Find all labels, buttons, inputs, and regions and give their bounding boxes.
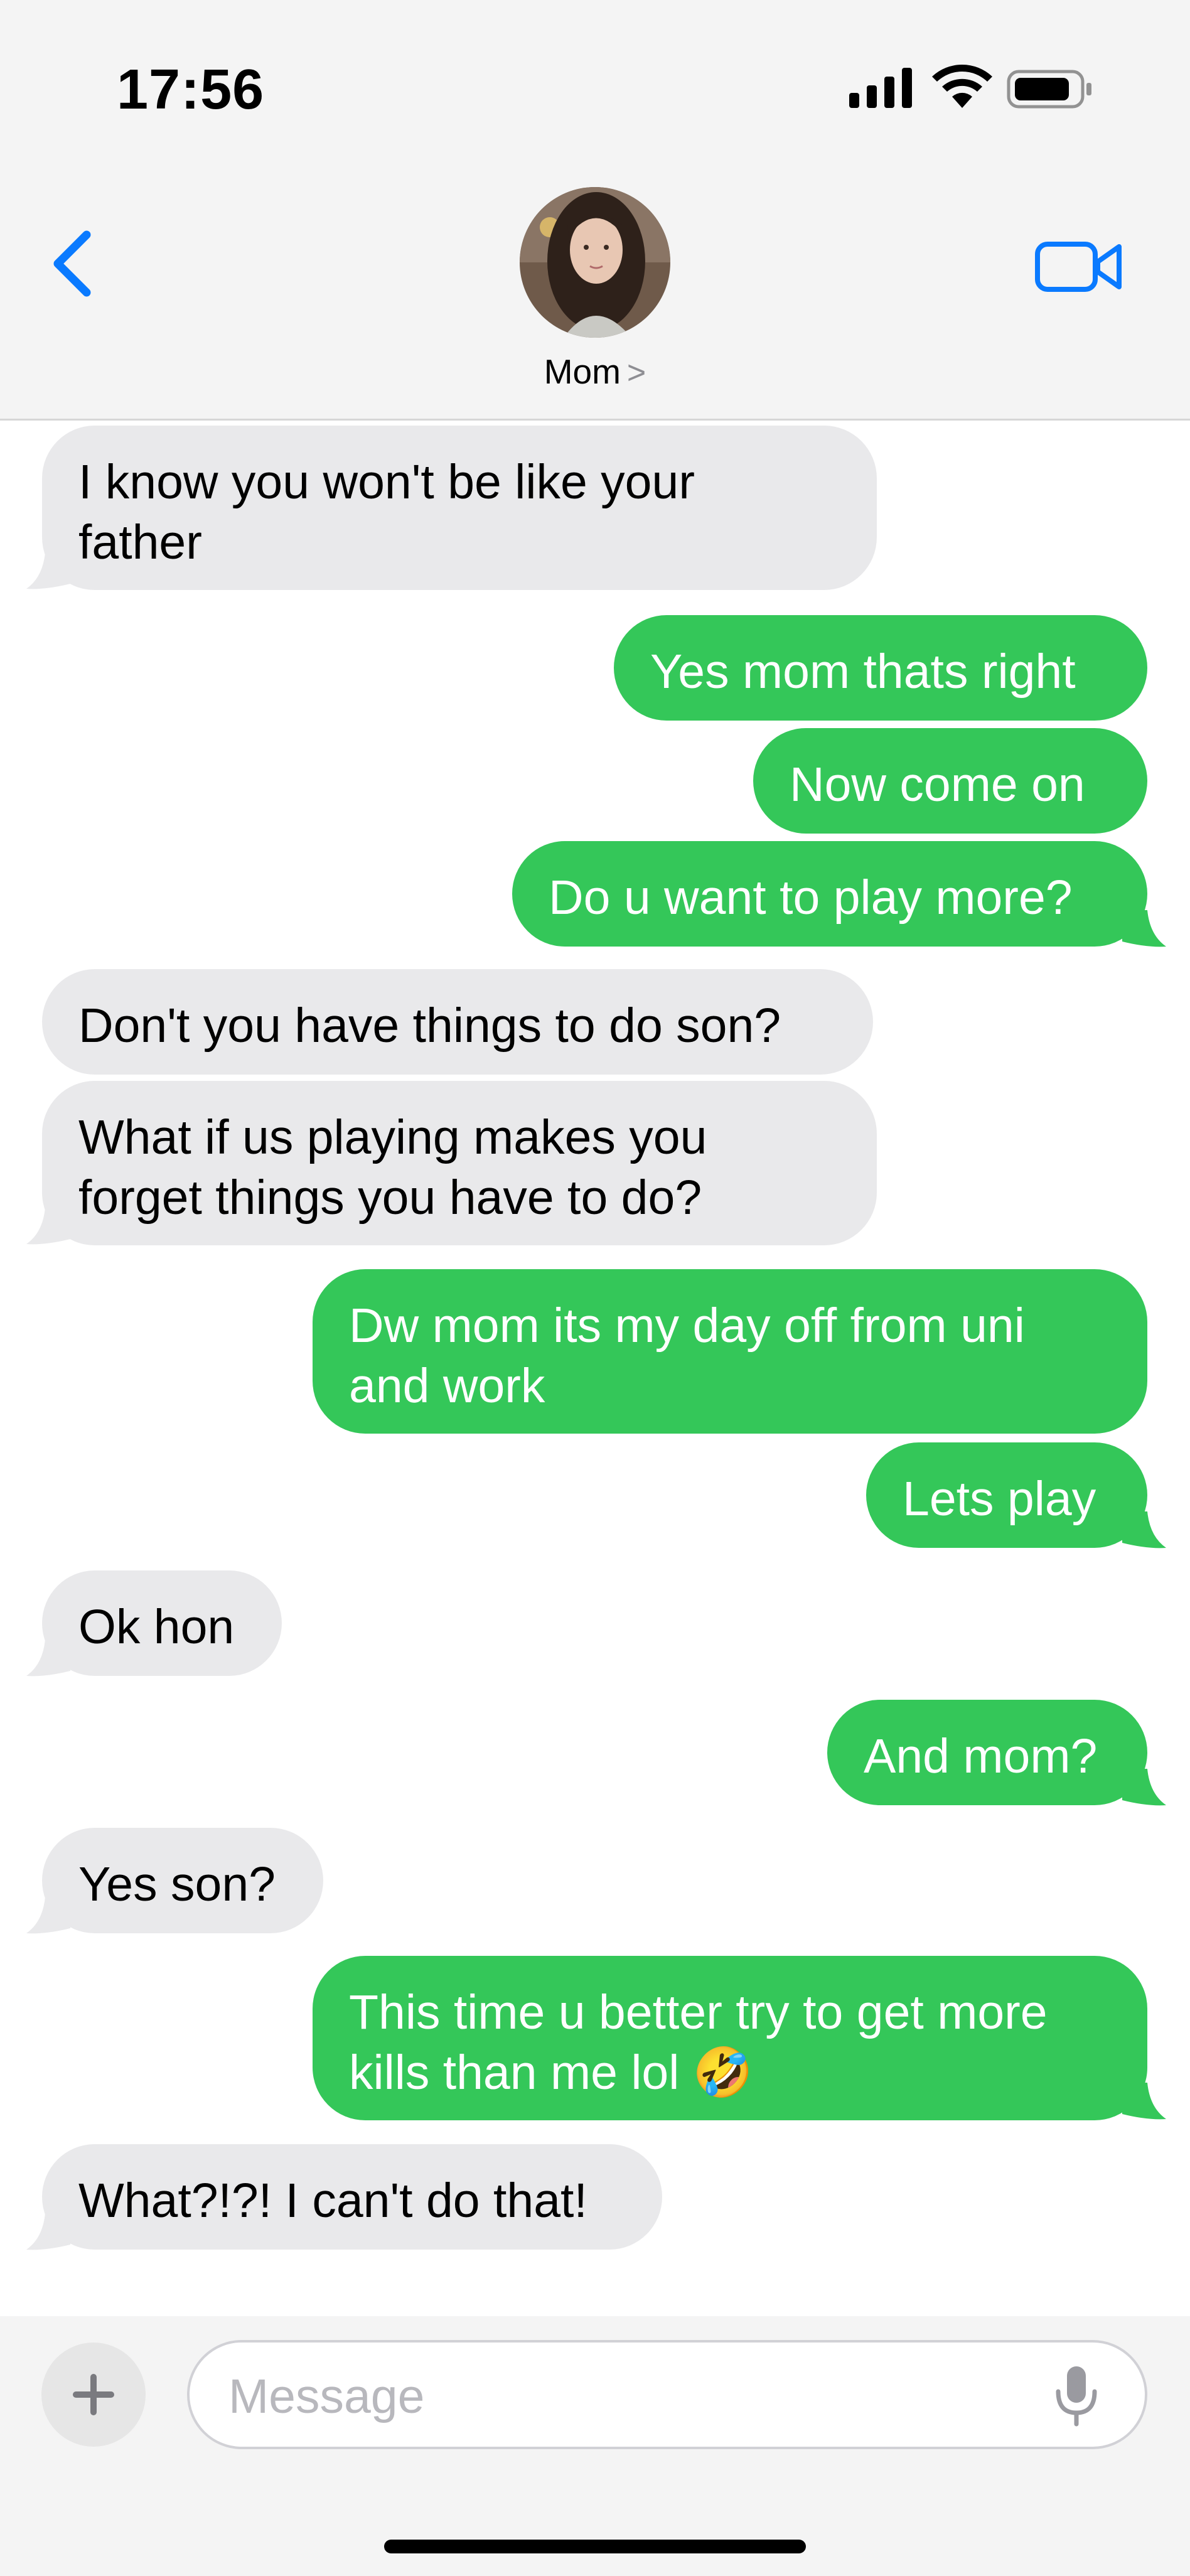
message-bubble-sent[interactable]: Yes mom thats right [614, 615, 1147, 721]
bubble-tail [26, 1897, 70, 1934]
message-line: Yes son? [78, 1857, 276, 1911]
message-line: This time u better try to get more [349, 1985, 1048, 2039]
message-line: Lets play [903, 1472, 1096, 1526]
plus-button[interactable] [41, 2343, 146, 2447]
chevron-right-icon: > [626, 355, 646, 391]
message-line: Dw mom its my day off from uni [349, 1299, 1025, 1353]
plus-icon [73, 2374, 114, 2415]
bubble-tail [26, 552, 70, 589]
message-bubble-received[interactable]: What if us playing makes you forget thin… [42, 1081, 877, 1245]
bubble-tail [1122, 2083, 1166, 2120]
message-line: What?!?! I can't do that! [78, 2174, 587, 2228]
message-line: kills than me lol 🤣 [349, 2046, 753, 2100]
message-bubble-received[interactable]: Don't you have things to do son? [42, 969, 873, 1075]
message-bubble-received[interactable]: Yes son? [42, 1828, 323, 1933]
message-bubble-received[interactable]: What?!?! I can't do that! [42, 2144, 662, 2250]
conversation-header: 17:56 Mom > [0, 0, 1190, 421]
message-bubble-received[interactable]: Ok hon [42, 1570, 282, 1676]
chevron-left-icon[interactable] [44, 226, 107, 301]
home-indicator [384, 2540, 806, 2553]
message-line: forget things you have to do? [78, 1171, 702, 1225]
message-bubble-sent[interactable]: This time u better try to get more kills… [313, 1956, 1147, 2120]
contact-name-button[interactable]: Mom > [0, 352, 1190, 392]
contact-avatar[interactable] [520, 187, 670, 338]
bubble-tail [26, 2213, 70, 2250]
message-field[interactable] [187, 2340, 1147, 2449]
message-bubble-sent[interactable]: Dw mom its my day off from uni and work [313, 1269, 1147, 1434]
message-bubble-sent[interactable]: Do u want to play more? [512, 841, 1147, 947]
message-line: father [78, 515, 202, 569]
bubble-tail [26, 1208, 70, 1245]
bubble-tail [1122, 1769, 1166, 1806]
status-icons [849, 64, 1091, 109]
message-bubble-sent[interactable]: And mom? [827, 1700, 1147, 1805]
bubble-tail [1122, 910, 1166, 947]
message-line: and work [349, 1359, 545, 1413]
avatar-photo [520, 187, 670, 338]
message-line: I know you won't be like your [78, 455, 695, 509]
battery-icon [1007, 70, 1091, 109]
message-line: And mom? [864, 1729, 1098, 1783]
contact-name: Mom [544, 352, 621, 391]
message-line: Yes mom thats right [650, 645, 1076, 699]
video-camera-icon[interactable] [1032, 235, 1127, 298]
message-line: Do u want to play more? [549, 871, 1073, 925]
message-line: Now come on [790, 758, 1085, 812]
message-line: What if us playing makes you [78, 1110, 707, 1164]
cellular-signal-icon [849, 68, 912, 108]
bubble-tail [26, 1640, 70, 1677]
message-line: Don't you have things to do son? [78, 999, 781, 1053]
message-line: Ok hon [78, 1600, 235, 1654]
bubble-tail [1122, 1511, 1166, 1548]
status-time: 17:56 [117, 58, 265, 121]
wifi-icon [932, 64, 992, 108]
message-input[interactable] [227, 2361, 1033, 2432]
message-bubble-sent[interactable]: Now come on [753, 728, 1147, 834]
message-bubble-sent[interactable]: Lets play [866, 1442, 1147, 1548]
microphone-icon[interactable] [1048, 2364, 1105, 2427]
message-bubble-received[interactable]: I know you won't be like your father [42, 426, 877, 590]
